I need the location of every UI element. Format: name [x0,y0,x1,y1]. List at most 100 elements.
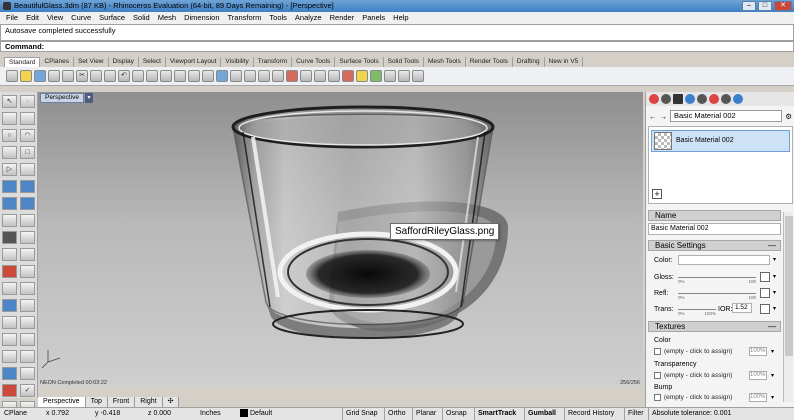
move-icon[interactable] [244,70,256,82]
refl-slider[interactable]: 0% 100 [678,288,756,300]
viewport-title[interactable]: Perspective [40,93,84,103]
layer-tool-icon[interactable] [2,384,17,397]
options-icon[interactable] [398,70,410,82]
record-history-toggle[interactable]: Record History [564,408,614,420]
import-icon[interactable] [62,70,74,82]
textures-header[interactable]: Textures — [648,321,781,332]
menu-transform[interactable]: Transform [228,12,262,24]
zoom-icon[interactable] [160,70,172,82]
tab-front[interactable]: Front [107,397,136,407]
menu-render[interactable]: Render [330,12,355,24]
perspective-viewport[interactable]: Perspective ▾ NEON Completed 00:03:22 25… [38,92,643,387]
box-solid-icon[interactable] [2,197,17,210]
gloss-slider[interactable]: 0% 100 [678,272,756,284]
close-button[interactable]: ✕ [774,1,792,11]
zoom-window-icon[interactable] [174,70,186,82]
tab-display[interactable]: Display [109,57,139,67]
tab-drafting[interactable]: Drafting [513,57,545,67]
menu-mesh[interactable]: Mesh [158,12,176,24]
surface-icon[interactable] [2,180,17,193]
print-icon[interactable] [48,70,60,82]
polygon-icon[interactable]: ▷ [2,163,17,176]
tex-color-checkbox[interactable] [654,348,661,355]
rotate-tool-icon[interactable] [20,316,35,329]
menu-dimension[interactable]: Dimension [184,12,219,24]
forward-arrow-icon[interactable]: → [660,112,668,121]
ortho-toggle[interactable]: Ortho [384,408,406,420]
copy-object-icon[interactable] [258,70,270,82]
material-selector[interactable]: Basic Material 002 [670,110,783,122]
mirror-tool-icon[interactable] [20,333,35,346]
tab-perspective[interactable]: Perspective [38,397,86,407]
boolean-difference-icon[interactable] [20,299,35,312]
layer-icon[interactable] [328,70,340,82]
check-icon[interactable]: ✓ [20,384,35,397]
menu-help[interactable]: Help [393,12,408,24]
environment-tab-icon[interactable] [661,94,671,104]
menu-solid[interactable]: Solid [133,12,150,24]
grid-snap-toggle[interactable]: Grid Snap [342,408,378,420]
tex-transparency-amount[interactable]: 100% [749,371,767,380]
menu-panels[interactable]: Panels [362,12,385,24]
zoom-selected-icon[interactable] [202,70,214,82]
text-icon[interactable] [20,231,35,244]
tab-set-view[interactable]: Set View [74,57,109,67]
boolean-union-icon[interactable] [2,299,17,312]
planar-toggle[interactable]: Planar [412,408,436,420]
polyline-icon[interactable] [2,112,17,125]
display-tab-icon[interactable] [649,94,659,104]
chamfer-icon[interactable] [20,248,35,261]
color-swatch[interactable] [678,255,770,265]
menu-edit[interactable]: Edit [26,12,39,24]
tab-mesh-tools[interactable]: Mesh Tools [424,57,466,67]
curve-offset-icon[interactable] [20,163,35,176]
tex-color-dropdown-icon[interactable]: ▾ [771,348,774,355]
smarttrack-toggle[interactable]: SmartTrack [474,408,516,420]
trans-dropdown-icon[interactable]: ▾ [773,305,776,312]
tex-transparency-slot[interactable]: (empty - click to assign) [664,372,732,379]
cut-icon[interactable]: ✂ [76,70,88,82]
tab-cplanes[interactable]: CPlanes [40,57,74,67]
properties-tab-icon[interactable] [673,94,683,104]
extrude-icon[interactable] [20,180,35,193]
textures-collapse-icon[interactable]: — [768,322,776,332]
grid-icon[interactable] [216,70,228,82]
refl-color-box[interactable] [760,288,770,298]
units-label[interactable]: Inches [200,408,221,420]
minimize-button[interactable]: – [742,1,756,11]
tab-surface-tools[interactable]: Surface Tools [335,57,384,67]
tex-bump-dropdown-icon[interactable]: ▾ [771,394,774,401]
material-name-field[interactable]: Basic Material 002 [648,223,781,235]
arc-icon[interactable]: ◠ [20,129,35,142]
shade-icon[interactable] [300,70,312,82]
rotate-view-icon[interactable] [146,70,158,82]
new-file-icon[interactable] [6,70,18,82]
light-icon[interactable] [356,70,368,82]
pan-hand-icon[interactable] [132,70,144,82]
sphere-icon[interactable] [20,197,35,210]
collapse-icon[interactable]: — [768,241,776,251]
settings-wrench-icon[interactable]: ⚙ [785,112,792,121]
mesh-tools-icon[interactable] [20,214,35,227]
tex-bump-checkbox[interactable] [654,394,661,401]
array-tool-icon[interactable] [2,350,17,363]
menu-surface[interactable]: Surface [99,12,125,24]
textures-tab-icon[interactable] [721,94,731,104]
trans-color-box[interactable] [760,304,770,314]
analyze-tool-icon[interactable] [20,350,35,363]
curve-icon[interactable] [20,112,35,125]
help-icon[interactable] [412,70,424,82]
select-arrow-icon[interactable]: ↖ [2,95,17,108]
undo-icon[interactable]: ↶ [118,70,130,82]
menu-curve[interactable]: Curve [71,12,91,24]
menu-view[interactable]: View [47,12,63,24]
panel-scrollbar[interactable] [783,212,793,402]
move-tool-icon[interactable] [2,316,17,329]
tab-visibility[interactable]: Visibility [221,57,254,67]
mesh-icon[interactable] [2,214,17,227]
render-tool-icon[interactable] [2,367,17,380]
ior-input[interactable]: 1.52 [732,303,752,313]
basic-settings-header[interactable]: Basic Settings — [648,240,781,251]
circle-icon[interactable]: ○ [2,129,17,142]
materials-tab-icon[interactable] [697,94,707,104]
